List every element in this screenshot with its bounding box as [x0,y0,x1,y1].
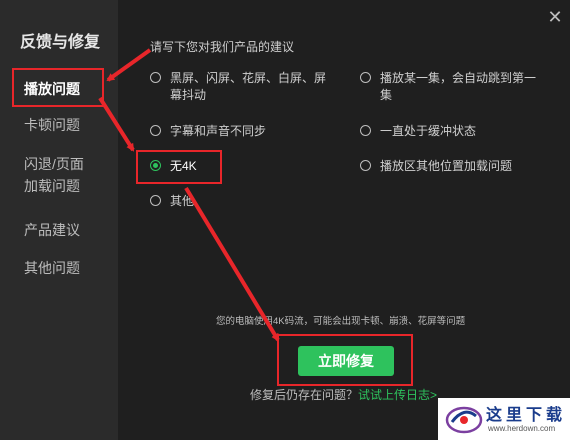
sidebar-item-other[interactable]: 其他问题 [24,257,80,279]
sidebar-item-loading[interactable]: 加载问题 [24,175,80,197]
footer-text: 修复后仍存在问题？ [250,388,359,402]
close-icon[interactable]: ✕ [546,8,564,26]
option-buffering[interactable]: 一直处于缓冲状态 [360,123,476,140]
window-title: 反馈与修复 [20,34,101,51]
upload-log-link[interactable]: 试试上传日志> [358,388,437,402]
watermark-name: 这里下载 [486,405,567,424]
radio-icon[interactable] [360,160,371,171]
option-label: 播放区其他位置加载问题 [380,159,513,173]
sidebar-item-suggestion[interactable]: 产品建议 [24,219,80,241]
sidebar: 反馈与修复 播放问题 卡顿问题 闪退/页面 加载问题 产品建议 其他问题 [0,0,118,440]
option-label: 播放某一集，会自动跳到第一集 [380,71,537,102]
fix-now-button[interactable]: 立即修复 [298,346,394,376]
watermark-url: www.herdown.com [488,424,556,433]
option-black-screen[interactable]: 黑屏、闪屏、花屏、白屏、屏 幕抖动 [150,70,326,104]
radio-icon[interactable] [150,72,161,83]
option-other-loading[interactable]: 播放区其他位置加载问题 [360,158,512,175]
sidebar-item-stutter[interactable]: 卡顿问题 [24,114,80,136]
radio-selected-icon[interactable] [150,160,161,171]
sidebar-item-playback[interactable]: 播放问题 [12,72,102,106]
radio-icon[interactable] [150,195,161,206]
footer: 修复后仍存在问题？试试上传日志> [250,386,437,403]
option-jump-first-episode[interactable]: 播放某一集，会自动跳到第一集 [360,70,536,104]
prompt-text: 请写下您对我们产品的建议 [150,40,295,54]
radio-icon[interactable] [360,72,371,83]
option-no-4k[interactable]: 无4K [150,158,197,175]
option-label: 一直处于缓冲状态 [380,124,477,138]
radio-icon[interactable] [150,125,161,136]
radio-icon[interactable] [360,125,371,136]
option-label: 字幕和声音不同步 [170,124,267,138]
warning-text: 您的电脑使用4K码流，可能会出现卡顿、崩溃、花屏等问题 [216,316,466,327]
sidebar-item-crash[interactable]: 闪退/页面 [24,153,84,175]
option-label: 黑屏、闪屏、花屏、白屏、屏 幕抖动 [170,71,327,102]
option-subtitle-sync[interactable]: 字幕和声音不同步 [150,123,266,140]
option-label: 其他 [170,194,195,208]
option-label: 无4K [170,159,197,173]
watermark-logo-icon [445,406,483,434]
watermark: 这里下载 www.herdown.com [438,398,570,440]
option-other[interactable]: 其他 [150,193,194,210]
